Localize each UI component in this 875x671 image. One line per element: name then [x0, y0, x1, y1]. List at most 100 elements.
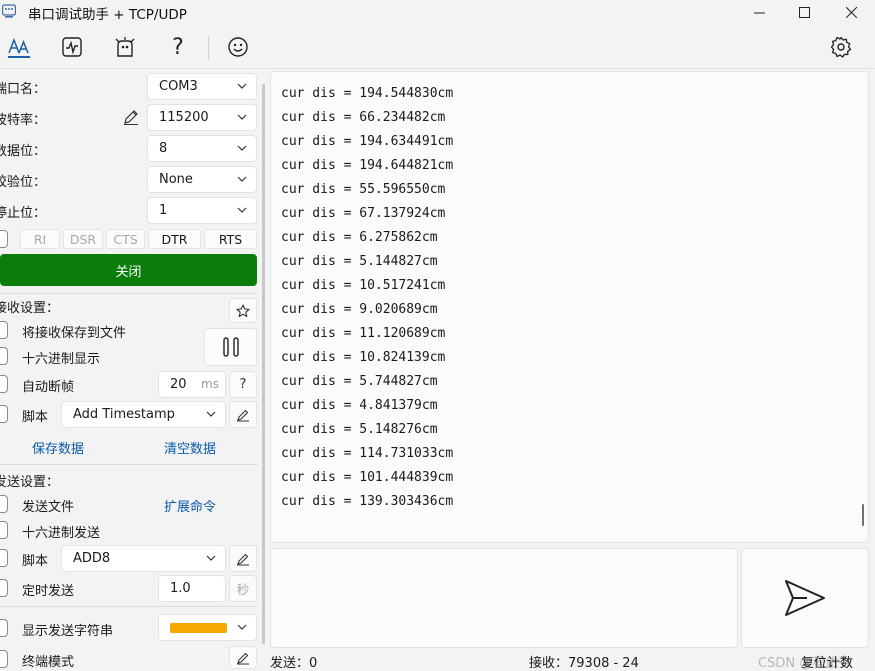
extend-command-link[interactable]: 扩展命令: [164, 496, 216, 515]
toolbar-separator: [208, 36, 209, 60]
send-script-value: ADD8: [73, 551, 111, 566]
send-file-checkbox[interactable]: [0, 495, 8, 513]
settings-tool-button[interactable]: [827, 34, 855, 60]
receive-output[interactable]: cur dis = 194.544830cm cur dis = 66.23448…: [270, 71, 869, 543]
auto-frame-checkbox[interactable]: [0, 375, 8, 393]
app-icon: [2, 4, 16, 18]
baud-label: 波特率：: [0, 113, 47, 128]
waveform-tool-button[interactable]: [58, 34, 86, 60]
receive-script-value: Add Timestamp: [73, 407, 175, 422]
edit-receive-script-button[interactable]: [229, 401, 257, 428]
maximize-button[interactable]: [781, 0, 827, 24]
hex-send-checkbox[interactable]: [0, 521, 8, 539]
baud-select[interactable]: 115200: [147, 104, 257, 131]
hex-send-label: 十六进制发送: [22, 526, 101, 541]
signal-rts-button[interactable]: RTS: [204, 229, 257, 249]
signal-ri: RI: [20, 229, 60, 249]
timed-send-input[interactable]: 1.0: [158, 575, 226, 602]
clear-data-link[interactable]: 清空数据: [164, 438, 216, 457]
timed-unit-label: 秒: [229, 575, 257, 602]
output-line: cur dis = 55.596550cm: [281, 182, 446, 197]
color-select[interactable]: [158, 614, 257, 641]
chevron-down-icon: [237, 624, 247, 630]
receive-script-checkbox[interactable]: [0, 405, 8, 423]
timed-send-value: 1.0: [170, 581, 191, 596]
databits-label: 数据位：: [0, 144, 47, 159]
send-header: 发送设置：: [0, 475, 60, 490]
hex-display-checkbox[interactable]: [0, 347, 8, 365]
pause-button[interactable]: [204, 328, 257, 366]
waveform-icon: [62, 37, 82, 57]
output-line: cur dis = 5.148276cm: [281, 422, 438, 437]
frame-ms-input[interactable]: 20 ms: [158, 371, 226, 398]
font-icon: [8, 37, 30, 58]
maximize-icon: [798, 6, 810, 18]
stopbits-label: 停止位：: [0, 206, 47, 221]
baud-value: 115200: [159, 110, 209, 125]
signal-checkbox[interactable]: [0, 230, 8, 248]
received-count: 接收：79308 - 24: [529, 656, 639, 671]
close-window-button[interactable]: [828, 0, 874, 24]
databits-select[interactable]: 8: [147, 135, 257, 162]
close-port-button[interactable]: 关闭: [0, 254, 257, 286]
port-select[interactable]: COM3: [147, 73, 257, 100]
output-line: cur dis = 114.731033cm: [281, 446, 454, 461]
divider: [0, 293, 258, 294]
signal-dsr: DSR: [63, 229, 103, 249]
pen-icon[interactable]: [122, 108, 140, 126]
parity-select[interactable]: None: [147, 166, 257, 193]
plugin-tool-button[interactable]: [111, 34, 139, 60]
favorite-button[interactable]: [229, 298, 257, 323]
signal-cts: CTS: [106, 229, 145, 249]
star-icon: [236, 303, 250, 317]
output-line: cur dis = 4.841379cm: [281, 398, 438, 413]
output-line: cur dis = 10.824139cm: [281, 350, 446, 365]
smiley-icon: [228, 37, 248, 57]
send-button[interactable]: [741, 548, 869, 648]
panel-splitter[interactable]: [262, 84, 265, 644]
stopbits-select[interactable]: 1: [147, 197, 257, 224]
chevron-down-icon: [237, 207, 247, 213]
edit-terminal-button[interactable]: [229, 646, 257, 669]
scrollbar-thumb[interactable]: [862, 504, 864, 526]
font-tool-button[interactable]: [5, 34, 33, 60]
send-script-label: 脚本: [22, 554, 49, 569]
receive-script-select[interactable]: Add Timestamp: [61, 401, 226, 428]
send-script-select[interactable]: ADD8: [61, 545, 226, 572]
timed-send-label: 定时发送: [22, 584, 75, 599]
output-line: cur dis = 194.634491cm: [281, 134, 454, 149]
feedback-tool-button[interactable]: [224, 34, 252, 60]
frame-help-button[interactable]: ?: [229, 371, 257, 398]
close-icon: [845, 6, 857, 18]
port-label: 端口名：: [0, 82, 47, 97]
help-icon: ?: [172, 34, 184, 60]
reset-count-link[interactable]: 复位计数: [801, 652, 853, 671]
toolbar: ?: [0, 26, 875, 69]
save-to-file-checkbox[interactable]: [0, 321, 8, 339]
edit-icon: [237, 553, 249, 565]
save-data-link[interactable]: 保存数据: [32, 438, 84, 457]
output-line: cur dis = 6.275862cm: [281, 230, 438, 245]
help-tool-button[interactable]: ?: [164, 34, 192, 60]
send-file-label: 发送文件: [22, 500, 75, 515]
show-send-chars-checkbox[interactable]: [0, 619, 8, 637]
window-title: 串口调试助手 + TCP/UDP: [28, 7, 187, 23]
chevron-down-icon: [237, 114, 247, 120]
receive-script-label: 脚本: [22, 410, 49, 425]
edit-icon: [237, 652, 249, 664]
minimize-button[interactable]: [736, 0, 782, 24]
parity-value: None: [159, 172, 193, 187]
save-to-file-label: 将接收保存到文件: [22, 326, 127, 341]
pause-icon: [222, 337, 239, 357]
frame-ms-value: 20: [170, 377, 187, 392]
output-line: cur dis = 194.644821cm: [281, 158, 454, 173]
signal-dtr-button[interactable]: DTR: [148, 229, 201, 249]
terminal-mode-checkbox[interactable]: [0, 650, 8, 668]
plugin-icon: [115, 37, 135, 57]
edit-send-script-button[interactable]: [229, 545, 257, 572]
send-script-checkbox[interactable]: [0, 549, 8, 567]
send-input[interactable]: [270, 548, 738, 648]
databits-value: 8: [159, 141, 168, 156]
gear-icon: [830, 36, 852, 58]
timed-send-checkbox[interactable]: [0, 579, 8, 597]
